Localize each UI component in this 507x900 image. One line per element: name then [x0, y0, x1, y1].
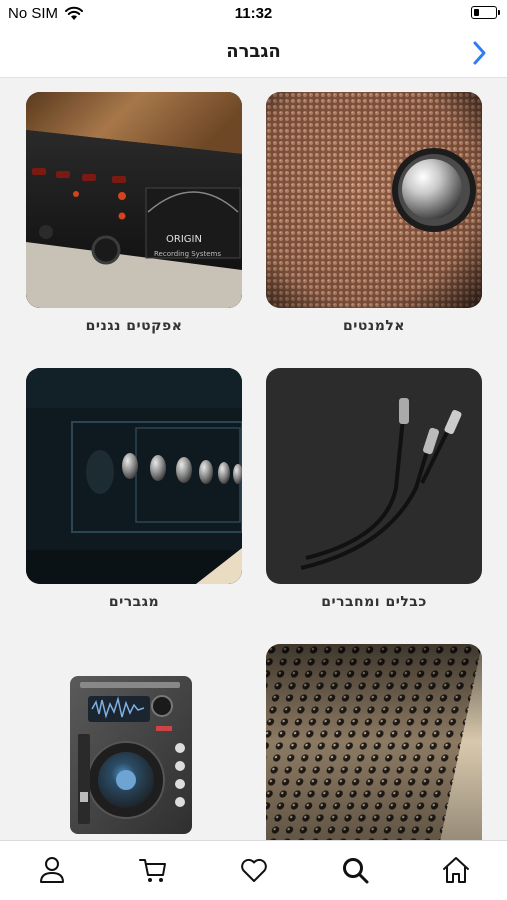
clock: 11:32	[234, 5, 273, 22]
dj-cd-player-image	[26, 644, 242, 840]
category-label: כבלים ומחברים	[321, 594, 427, 610]
battery-icon	[471, 6, 500, 19]
category-card-cables[interactable]: כבלים ומחברים	[266, 368, 482, 610]
tab-cart[interactable]	[138, 855, 168, 885]
heart-icon	[241, 858, 267, 882]
category-card-mixers[interactable]	[266, 644, 482, 840]
svg-text:Recording Systems: Recording Systems	[154, 250, 221, 258]
category-card-dj-players[interactable]	[26, 644, 242, 840]
tab-profile[interactable]	[37, 855, 67, 885]
tab-bar	[0, 840, 507, 900]
amplifier-knobs-image	[26, 368, 242, 584]
cart-icon	[139, 859, 166, 882]
chevron-right-icon[interactable]	[467, 38, 491, 68]
home-icon	[443, 857, 469, 883]
xlr-cables-image	[266, 368, 482, 584]
svg-text:ORIGIN: ORIGIN	[166, 234, 202, 245]
page-title: הגברה	[226, 41, 281, 62]
user-icon	[40, 857, 64, 883]
category-card-amplifiers[interactable]: מגברים	[26, 368, 242, 610]
search-icon	[343, 858, 369, 884]
mixing-console-image	[266, 644, 482, 840]
category-card-effects-players[interactable]: ORIGIN Recording Systems אפקטים נגנים	[26, 92, 242, 334]
status-bar: No SIM 11:32	[0, 0, 507, 28]
recording-rack-image: ORIGIN Recording Systems	[26, 92, 242, 308]
tab-favorites[interactable]	[239, 855, 269, 885]
tab-search[interactable]	[340, 855, 370, 885]
speaker-driver-image	[266, 92, 482, 308]
category-card-elements[interactable]: אלמנטים	[266, 92, 482, 334]
tab-home[interactable]	[441, 855, 471, 885]
category-grid: אלמנטים ORIGIN Recording Systems אפקטים …	[0, 78, 507, 840]
nav-bar: הגברה	[0, 28, 507, 78]
category-label: אלמנטים	[342, 318, 405, 334]
category-label: אפקטים נגנים	[85, 318, 183, 334]
category-label: מגברים	[108, 594, 160, 610]
